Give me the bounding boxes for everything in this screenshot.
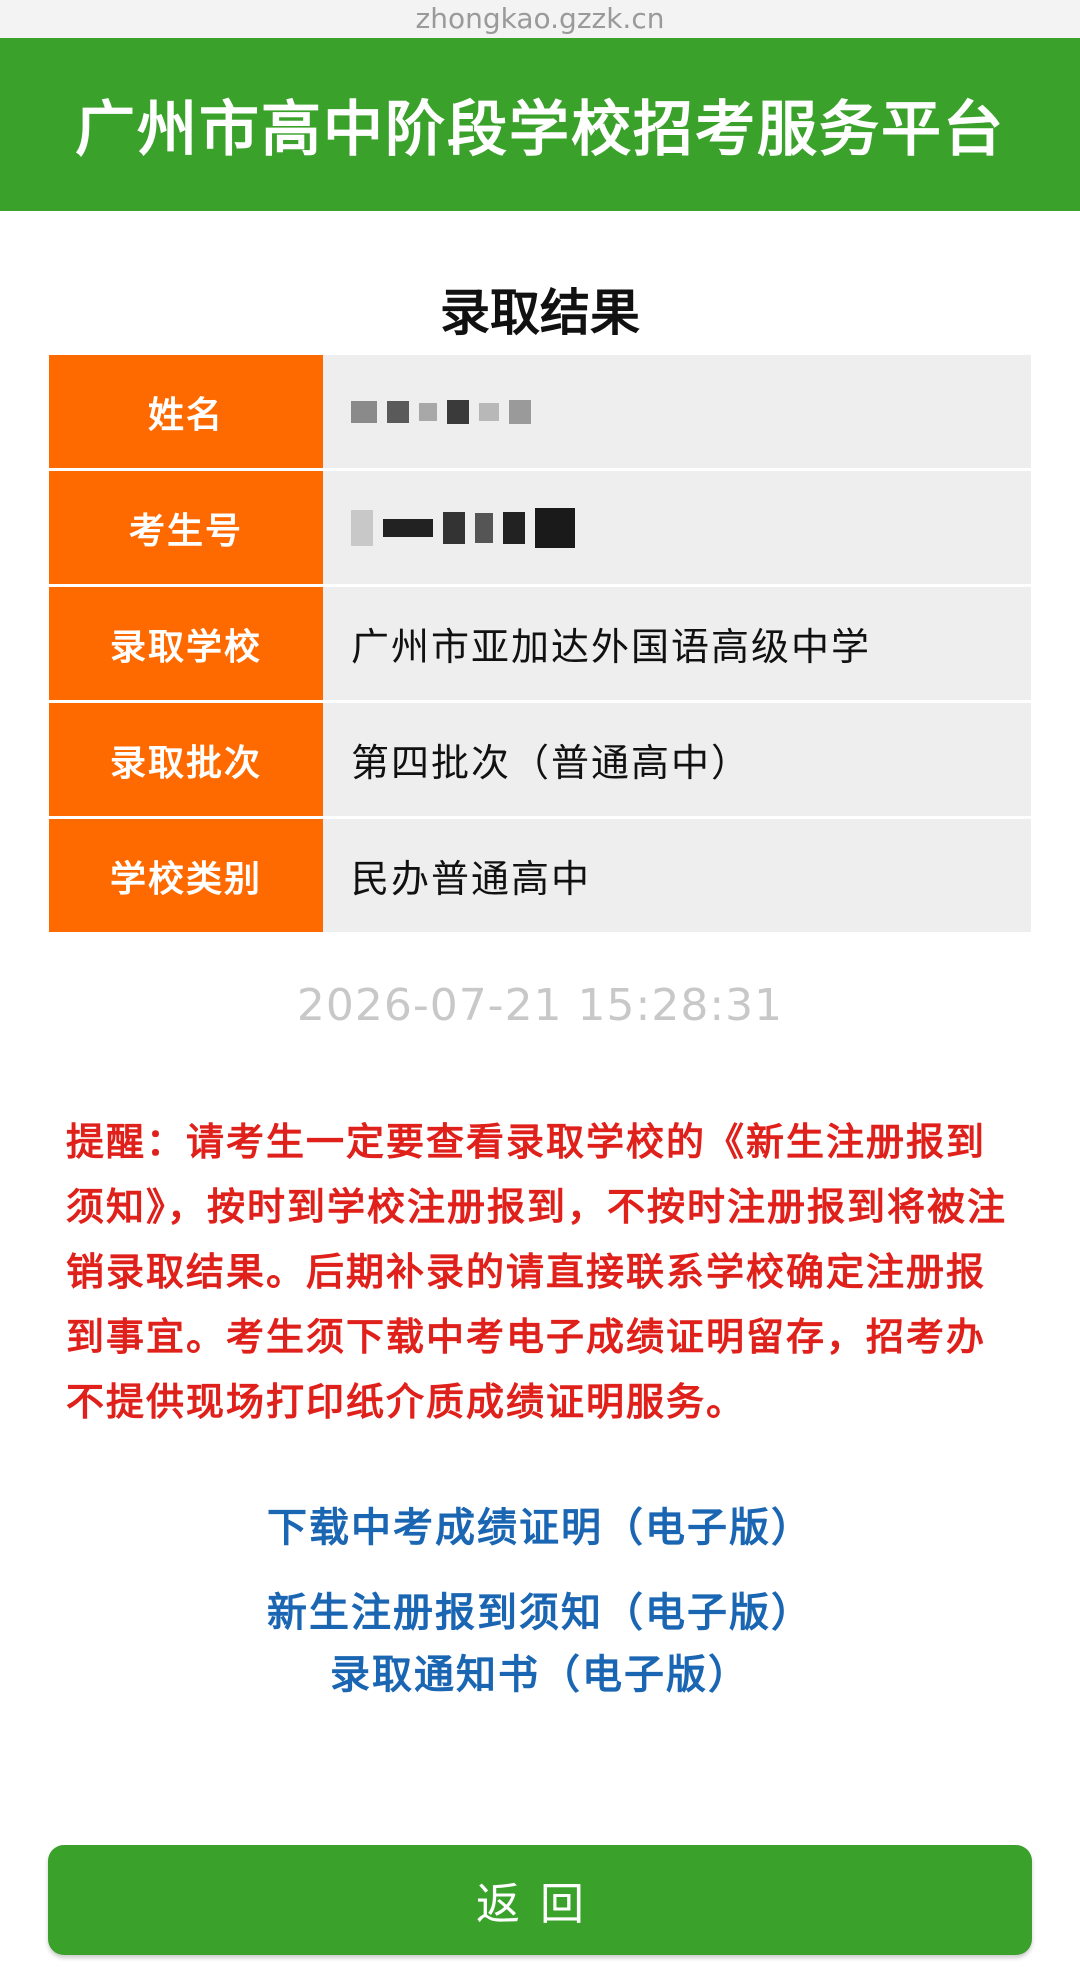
url-bar[interactable]: zhongkao.gzzk.cn <box>0 0 1080 38</box>
url-text: zhongkao.gzzk.cn <box>415 2 665 35</box>
label-school: 录取学校 <box>49 587 323 700</box>
label-exam-number: 考生号 <box>49 471 323 584</box>
value-exam-number <box>323 471 1031 584</box>
download-score-certificate-link[interactable]: 下载中考成绩证明（电子版） <box>0 1495 1080 1553</box>
info-row-school-type: 学校类别 民办普通高中 <box>49 819 1031 932</box>
value-name <box>323 355 1031 468</box>
back-button[interactable]: 返回 <box>48 1845 1032 1955</box>
admission-letter-link[interactable]: 录取通知书（电子版） <box>0 1642 1080 1700</box>
site-header: 广州市高中阶段学校招考服务平台 <box>0 38 1080 211</box>
label-batch: 录取批次 <box>49 703 323 816</box>
redacted-exam-number <box>351 507 575 548</box>
info-row-name: 姓名 <box>49 355 1031 471</box>
page-title: 录取结果 <box>440 284 640 342</box>
registration-notice-link[interactable]: 新生注册报到须知（电子版） <box>0 1580 1080 1638</box>
info-row-exam-number: 考生号 <box>49 471 1031 587</box>
label-school-type: 学校类别 <box>49 819 323 932</box>
info-row-batch: 录取批次 第四批次（普通高中） <box>49 703 1031 819</box>
value-school: 广州市亚加达外国语高级中学 <box>323 587 1031 700</box>
result-timestamp: 2026-07-21 15:28:31 <box>296 980 784 1031</box>
site-title: 广州市高中阶段学校招考服务平台 <box>75 95 1005 165</box>
admission-info-table: 姓名 考生号 录取学校 广州市亚加达外国语高级中学 录取批次 第四批次（普通高中… <box>49 355 1031 932</box>
redacted-name <box>351 399 531 424</box>
label-name: 姓名 <box>49 355 323 468</box>
reminder-text: 提醒：请考生一定要查看录取学校的《新生注册报到须知》，按时到学校注册报到，不按时… <box>66 1120 1008 1424</box>
value-batch: 第四批次（普通高中） <box>323 703 1031 816</box>
info-row-school: 录取学校 广州市亚加达外国语高级中学 <box>49 587 1031 703</box>
value-school-type: 民办普通高中 <box>323 819 1031 932</box>
